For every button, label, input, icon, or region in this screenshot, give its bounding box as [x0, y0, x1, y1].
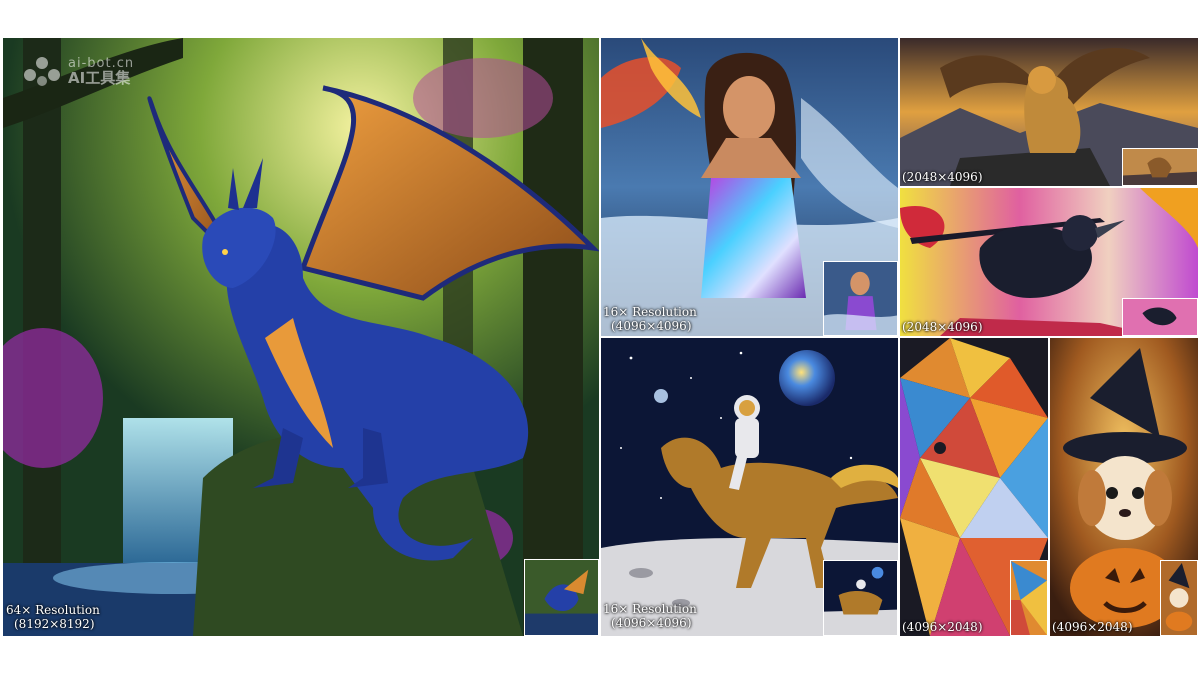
griffin-thumbnail — [1122, 148, 1198, 186]
griffin-image: (2048×4096) — [900, 38, 1198, 186]
lion-thumbnail — [1010, 560, 1048, 636]
puppy-image: (4096×2048) — [1050, 338, 1198, 636]
crow-caption: (2048×4096) — [902, 320, 983, 334]
woman-image: 16× Resolution (4096×4096) — [601, 38, 898, 336]
astronaut-caption-line2: (4096×4096) — [611, 616, 692, 630]
crow-caption-line1: (2048×4096) — [902, 320, 983, 334]
griffin-caption-line1: (2048×4096) — [902, 170, 983, 184]
woman-caption-line1: 16× Resolution — [603, 305, 697, 319]
dragon-caption: 64× Resolution (8192×8192) — [6, 603, 100, 631]
griffin-caption: (2048×4096) — [902, 170, 983, 184]
woman-caption: 16× Resolution (4096×4096) — [603, 305, 697, 333]
watermark: ai-bot.cn AI工具集 — [22, 55, 134, 87]
crow-image: (2048×4096) — [900, 188, 1198, 336]
watermark-name: AI工具集 — [68, 69, 131, 87]
astronaut-image: 16× Resolution (4096×4096) — [601, 338, 898, 636]
puppy-caption-line1: (4096×2048) — [1052, 620, 1133, 634]
lion-caption-line1: (4096×2048) — [902, 620, 983, 634]
lion-caption: (4096×2048) — [902, 620, 983, 634]
astronaut-thumbnail — [823, 560, 898, 636]
dragon-image: 64× Resolution (8192×8192) — [3, 38, 599, 636]
dragon-caption-line2: (8192×8192) — [14, 617, 95, 631]
lion-image: (4096×2048) — [900, 338, 1048, 636]
woman-caption-line2: (4096×4096) — [611, 319, 692, 333]
astronaut-caption: 16× Resolution (4096×4096) — [603, 602, 697, 630]
logo-cluster-icon — [24, 57, 60, 86]
dragon-thumbnail — [524, 559, 599, 636]
astronaut-caption-line1: 16× Resolution — [603, 602, 697, 616]
woman-thumbnail — [823, 261, 898, 336]
puppy-caption: (4096×2048) — [1052, 620, 1133, 634]
dragon-artwork — [3, 38, 599, 636]
puppy-thumbnail — [1160, 560, 1198, 636]
crow-thumbnail — [1122, 298, 1198, 336]
dragon-caption-line1: 64× Resolution — [6, 603, 100, 617]
